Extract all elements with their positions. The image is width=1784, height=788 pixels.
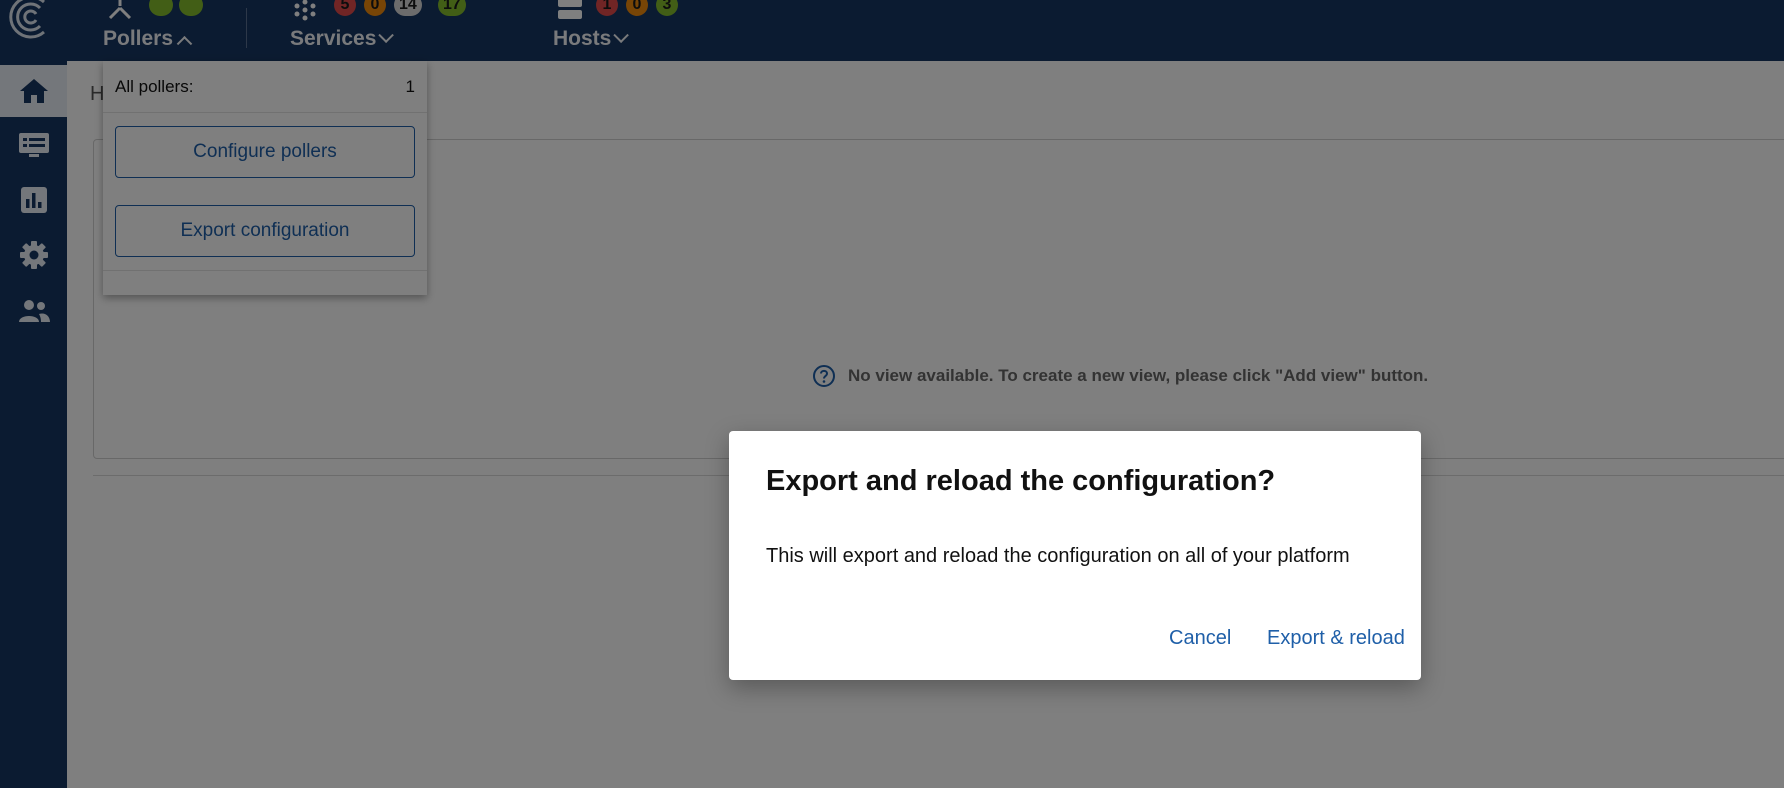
cancel-button[interactable]: Cancel (1169, 627, 1231, 650)
export-reload-dialog: Export and reload the configuration? Thi… (729, 431, 1421, 680)
dialog-message: This will export and reload the configur… (766, 545, 1350, 567)
dialog-title: Export and reload the configuration? (766, 465, 1276, 497)
export-reload-button[interactable]: Export & reload (1267, 627, 1405, 650)
